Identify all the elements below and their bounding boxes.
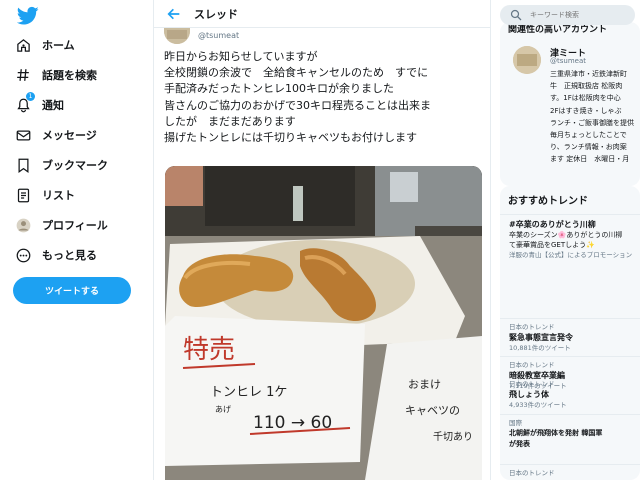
trend-desc: 卒業のシーズン🌸ありがとうの川柳 xyxy=(509,231,623,239)
trend-name: 北朝鮮が飛翔体を発射 韓国軍 xyxy=(509,429,603,437)
mail-icon xyxy=(14,126,32,144)
tweet-photo[interactable]: 特売 トンヒレ 1ケ あげ 110 → 60 おまけ キャベツの 千切あり xyxy=(165,166,482,480)
search-box[interactable] xyxy=(500,5,635,25)
author-avatar[interactable] xyxy=(164,28,190,44)
trend-desc: て豪華賞品をGETしよう✨ xyxy=(509,241,595,249)
back-arrow-icon[interactable] xyxy=(166,6,182,22)
trend-count: 4,933件のツイート xyxy=(509,401,567,409)
search-input[interactable] xyxy=(530,11,630,19)
author-handle[interactable]: @tsumeat xyxy=(198,31,239,40)
tweet-line: 手配済みだったトンヒレ100キロが余りました xyxy=(164,82,394,96)
nav-label: ブックマーク xyxy=(42,159,108,172)
related-user-bio: 三重県津市・近鉄津新町 牛 正規取扱店 松阪肉 す。1Fは松阪肉を中心 2Fはす… xyxy=(550,68,640,166)
thread-header: スレッド xyxy=(154,0,490,28)
tweet-button[interactable]: ツイートする xyxy=(13,277,131,304)
trend-name: 緊急事態宣言発令 xyxy=(509,333,573,342)
sign-title: 特売 xyxy=(183,335,235,364)
nav-label: ホーム xyxy=(42,39,75,52)
tweet-line: 揚げたトンヒレには千切りキャベツもお付けします xyxy=(164,130,417,144)
trend-meta: 日本のトレンド xyxy=(509,469,555,477)
nav-label: メッセージ xyxy=(42,129,97,142)
sign2-line: 千切あり xyxy=(433,431,473,443)
trends-panel: おすすめトレンド #卒業のありがとう川柳 卒業のシーズン🌸ありがとうの川柳 て豪… xyxy=(500,186,640,480)
tweet-line: 全校閉鎖の余波で 全給食キャンセルのため すでに xyxy=(164,66,429,80)
bio-line: り、ランチ情報・お肉案 xyxy=(550,143,627,152)
trend-count: 10,881件のツイート xyxy=(509,344,571,352)
trend-promo: 洋服の青山【公式】によるプロモーション xyxy=(509,251,633,259)
trend-item[interactable]: 日本のトレンド 緊急事態宣言発令 10,881件のツイート xyxy=(500,318,640,354)
tweet-line: したが まだまだあります xyxy=(164,114,296,128)
profile-icon xyxy=(14,216,32,234)
trend-meta: 日本のトレンド xyxy=(509,323,555,331)
trend-meta: 国際 xyxy=(509,419,522,427)
bio-line: 毎月ちょっとしたことで xyxy=(550,130,627,139)
list-icon xyxy=(14,186,32,204)
trend-name: 飛しょう体 xyxy=(509,390,549,399)
nav-item-notifications[interactable]: 1 通知 xyxy=(14,92,64,118)
trend-item[interactable]: 日本のトレンド 飛しょう体 4,933件のツイート xyxy=(500,376,640,412)
bookmark-icon xyxy=(14,156,32,174)
sign2-line: キャベツの xyxy=(405,404,460,417)
hashtag-icon xyxy=(14,66,32,84)
bio-line: 牛 正規取扱店 松阪肉 xyxy=(550,82,623,91)
nav-item-messages[interactable]: メッセージ xyxy=(14,122,97,148)
nav-item-more[interactable]: もっと見る xyxy=(14,242,97,268)
nav-item-lists[interactable]: リスト xyxy=(14,182,75,208)
trend-item[interactable]: 日本のトレンド xyxy=(500,464,640,480)
tweet-line: 昨日からお知らせしていますが xyxy=(164,50,318,63)
page-title: スレッド xyxy=(194,8,238,21)
notification-badge: 1 xyxy=(26,92,35,101)
twitter-logo-icon[interactable] xyxy=(17,6,39,26)
more-icon xyxy=(14,246,32,264)
trend-name: #卒業のありがとう川柳 xyxy=(509,220,596,229)
nav-item-profile[interactable]: プロフィール xyxy=(14,212,108,238)
bio-line: ランチ・ご飯事御膳を提供 xyxy=(550,118,634,127)
nav-item-home[interactable]: ホーム xyxy=(14,32,75,58)
related-user-handle: @tsumeat xyxy=(550,57,586,65)
related-accounts-panel: 関連性の高いアカウント 津ミート @tsumeat 三重県津市・近鉄津新町 牛 … xyxy=(500,22,640,186)
sign-item: トンヒレ 1ケ xyxy=(210,385,287,400)
nav-label: リスト xyxy=(42,189,75,202)
nav-label: プロフィール xyxy=(42,219,108,232)
trend-meta: 日本のトレンド xyxy=(509,361,555,369)
nav-item-explore[interactable]: 話題を検索 xyxy=(14,62,97,88)
sign2-line: おまけ xyxy=(408,378,441,391)
trends-title: おすすめトレンド xyxy=(508,196,588,207)
nav-label: 通知 xyxy=(42,99,64,112)
thread-column: @tsumeat スレッド 昨日からお知らせしていますが 全校閉鎖の余波で 全給… xyxy=(153,0,491,480)
home-icon xyxy=(14,36,32,54)
bell-icon: 1 xyxy=(14,92,35,114)
trend-item-promoted[interactable]: #卒業のありがとう川柳 卒業のシーズン🌸ありがとうの川柳 て豪華賞品をGETしよ… xyxy=(500,214,640,260)
tweet-text: 昨日からお知らせしていますが 全校閉鎖の余波で 全給食キャンセルのため すでに … xyxy=(164,49,489,146)
nav-label: 話題を検索 xyxy=(42,69,97,82)
bio-line: 三重県津市・近鉄津新町 xyxy=(550,70,627,78)
nav-item-bookmarks[interactable]: ブックマーク xyxy=(14,152,108,178)
trend-meta: 日本のトレンド xyxy=(509,380,555,388)
tweet-line: 皆さんのご協力のおかげで30キロ程売ることは出来ま xyxy=(164,98,431,112)
sign-small: あげ xyxy=(215,405,231,414)
related-user-avatar[interactable] xyxy=(513,46,541,74)
right-sidebar: 関連性の高いアカウント 津ミート @tsumeat 三重県津市・近鉄津新町 牛 … xyxy=(495,0,640,480)
bio-line: 2Fはすき焼き・しゃぶ xyxy=(550,106,622,115)
nav-label: もっと見る xyxy=(42,249,97,262)
trend-name-cont: が発表 xyxy=(509,440,530,448)
left-nav: ホーム 話題を検索 1 通知 メッセージ ブックマーク リスト プロフィール も… xyxy=(0,0,150,480)
trend-item[interactable]: 国際 北朝鮮が飛翔体を発射 韓国軍 が発表 xyxy=(500,414,640,454)
search-icon xyxy=(510,9,522,21)
bio-line: す。1Fは松阪肉を中心 xyxy=(550,94,621,103)
bio-line: ます 定休日 水曜日・月 xyxy=(550,155,630,164)
